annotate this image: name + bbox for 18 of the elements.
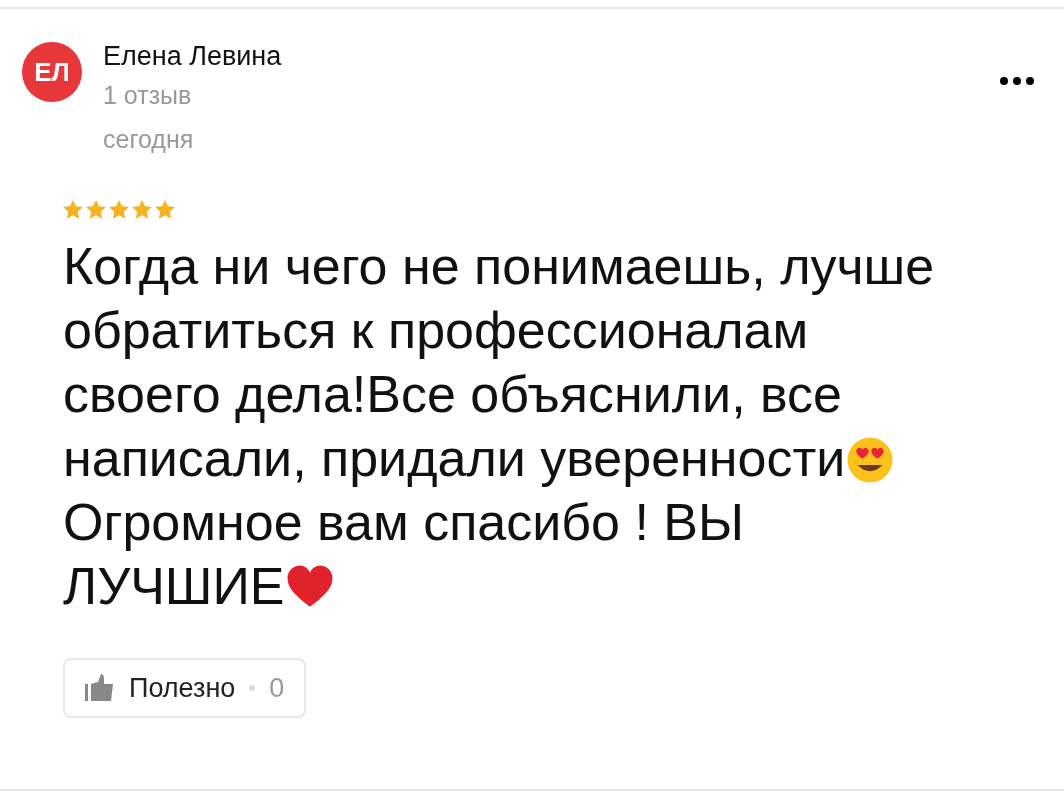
review-text: Когда ни чего не понимаешь, лучше bbox=[63, 236, 935, 297]
star-icon bbox=[62, 199, 84, 220]
review-date: сегодня bbox=[103, 124, 195, 155]
helpful-button[interactable]: Полезно 0 bbox=[63, 658, 307, 718]
avatar: ЕЛ bbox=[22, 42, 82, 102]
star-icon bbox=[154, 199, 176, 220]
review-count: 1 отзыв bbox=[103, 80, 193, 111]
review-text: Огромное вам спасибо ! ВЫ bbox=[63, 492, 745, 553]
review-text: ЛУЧШИЕ bbox=[63, 556, 285, 617]
star-icon bbox=[85, 199, 107, 220]
star-icon bbox=[131, 199, 153, 220]
review-text: своего дела!Все объяснили, все bbox=[63, 364, 842, 425]
review-text: написали, придали уверенности bbox=[63, 428, 846, 489]
more-icon[interactable] bbox=[1000, 77, 1034, 85]
review-text: обратиться к профессионалам bbox=[63, 300, 809, 361]
thumbs-up-icon bbox=[85, 674, 115, 702]
star-icon bbox=[108, 199, 130, 220]
author-name: Елена Левина bbox=[103, 40, 282, 73]
